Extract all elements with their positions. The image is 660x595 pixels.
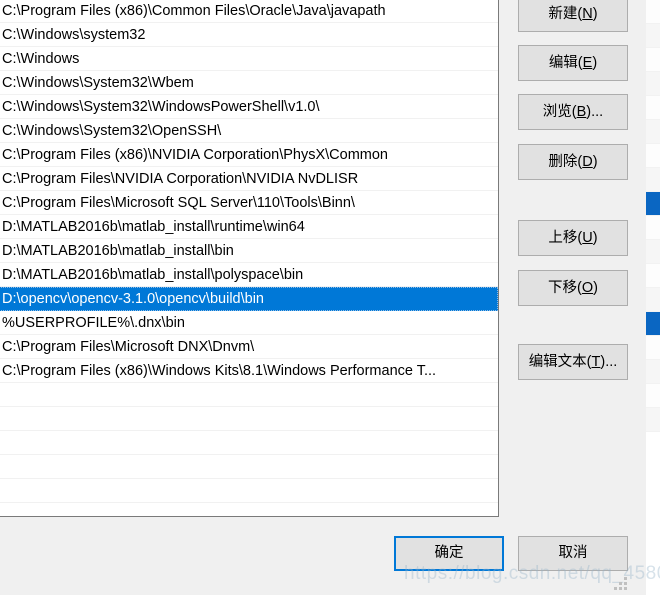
background-row — [646, 96, 660, 120]
path-row[interactable]: C:\Program Files\NVIDIA Corporation\NVID… — [0, 167, 498, 191]
path-row[interactable]: C:\Windows\System32\OpenSSH\ — [0, 119, 498, 143]
background-row-selected — [646, 192, 660, 216]
move-down-button[interactable]: 下移(O) — [518, 270, 628, 306]
background-row — [646, 168, 660, 192]
resize-grip-dot — [619, 582, 622, 585]
path-row[interactable]: D:\MATLAB2016b\matlab_install\runtime\wi… — [0, 215, 498, 239]
path-row[interactable]: C:\Windows — [0, 47, 498, 71]
background-row — [646, 336, 660, 360]
edit-button-label: 编辑(E) — [548, 55, 598, 71]
path-row-empty[interactable] — [0, 479, 498, 503]
cancel-button-label: 取消 — [558, 545, 588, 561]
delete-button-label: 删除(D) — [548, 154, 598, 170]
path-row[interactable]: D:\MATLAB2016b\matlab_install\bin — [0, 239, 498, 263]
path-row[interactable]: %USERPROFILE%\.dnx\bin — [0, 311, 498, 335]
edit-button[interactable]: 编辑(E) — [518, 45, 628, 81]
move-down-button-label: 下移(O) — [548, 280, 598, 296]
path-row-empty[interactable] — [0, 503, 498, 516]
edit-text-button[interactable]: 编辑文本(T)... — [518, 344, 628, 380]
path-row-selected[interactable]: D:\opencv\opencv-3.1.0\opencv\build\bin — [0, 287, 498, 311]
browse-button-label: 浏览(B)... — [542, 104, 604, 120]
ok-button-label: 确定 — [434, 545, 464, 561]
path-row[interactable]: C:\Windows\System32\Wbem — [0, 71, 498, 95]
delete-button[interactable]: 删除(D) — [518, 144, 628, 180]
path-row-empty[interactable] — [0, 431, 498, 455]
move-up-button-label: 上移(U) — [548, 230, 598, 246]
path-row[interactable]: C:\Windows\system32 — [0, 23, 498, 47]
resize-grip-dot — [624, 577, 627, 580]
background-row — [646, 360, 660, 384]
path-row[interactable]: C:\Program Files\Microsoft DNX\Dnvm\ — [0, 335, 498, 359]
browse-button[interactable]: 浏览(B)... — [518, 94, 628, 130]
resize-grip-dot — [614, 587, 617, 590]
path-row-empty[interactable] — [0, 383, 498, 407]
path-row[interactable]: C:\Program Files (x86)\Windows Kits\8.1\… — [0, 359, 498, 383]
background-row — [646, 264, 660, 288]
background-row — [646, 0, 660, 24]
edit-text-button-label: 编辑文本(T)... — [528, 354, 618, 370]
new-button[interactable]: 新建(N) — [518, 0, 628, 32]
cancel-button[interactable]: 取消 — [518, 536, 628, 571]
resize-grip[interactable] — [614, 577, 628, 591]
background-window — [645, 0, 660, 595]
background-row — [646, 48, 660, 72]
path-row[interactable]: C:\Program Files (x86)\Common Files\Orac… — [0, 0, 498, 23]
background-row — [646, 240, 660, 264]
path-row[interactable]: C:\Program Files\Microsoft SQL Server\11… — [0, 191, 498, 215]
new-button-label: 新建(N) — [548, 6, 598, 22]
background-row — [646, 408, 660, 432]
background-row — [646, 72, 660, 96]
resize-grip-dot — [624, 587, 627, 590]
background-row — [646, 120, 660, 144]
background-row — [646, 24, 660, 48]
background-row — [646, 384, 660, 408]
ok-button[interactable]: 确定 — [394, 536, 504, 571]
path-row-empty[interactable] — [0, 455, 498, 479]
background-row — [646, 288, 660, 312]
path-row[interactable]: D:\MATLAB2016b\matlab_install\polyspace\… — [0, 263, 498, 287]
background-row-selected — [646, 312, 660, 336]
path-row[interactable]: C:\Program Files (x86)\NVIDIA Corporatio… — [0, 143, 498, 167]
background-row — [646, 144, 660, 168]
path-row-empty[interactable] — [0, 407, 498, 431]
edit-environment-variable-dialog: C:\Program Files (x86)\Common Files\Orac… — [0, 0, 660, 595]
resize-grip-dot — [619, 587, 622, 590]
background-row — [646, 216, 660, 240]
move-up-button[interactable]: 上移(U) — [518, 220, 628, 256]
path-entries-listbox[interactable]: C:\Program Files (x86)\Common Files\Orac… — [0, 0, 499, 517]
path-row[interactable]: C:\Windows\System32\WindowsPowerShell\v1… — [0, 95, 498, 119]
resize-grip-dot — [624, 582, 627, 585]
